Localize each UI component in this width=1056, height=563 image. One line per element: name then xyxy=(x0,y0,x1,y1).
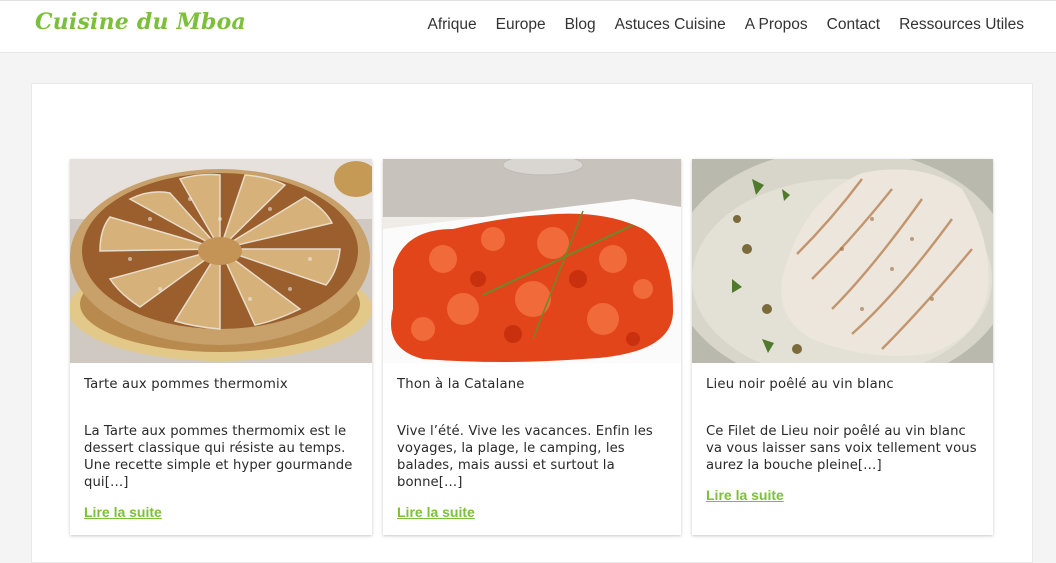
post-card: Thon à la Catalane Vive l’été. Vive les … xyxy=(383,159,681,535)
post-title[interactable]: Tarte aux pommes thermomix xyxy=(84,377,288,392)
pollock-fillet-photo xyxy=(692,159,993,363)
post-title[interactable]: Lieu noir poêlé au vin blanc xyxy=(706,377,894,392)
main-nav: Afrique Europe Blog Astuces Cuisine A Pr… xyxy=(408,16,1024,34)
nav-item-blog[interactable]: Blog xyxy=(565,16,596,34)
post-card: Tarte aux pommes thermomix La Tarte aux … xyxy=(70,159,372,535)
post-title[interactable]: Thon à la Catalane xyxy=(397,377,525,392)
post-excerpt: La Tarte aux pommes thermomix est le des… xyxy=(84,424,353,490)
apple-tart-photo xyxy=(70,159,372,363)
post-excerpt: Vive l’été. Vive les vacances. Enfin les… xyxy=(397,424,653,490)
post-excerpt: Ce Filet de Lieu noir poêlé au vin blanc… xyxy=(706,424,977,473)
nav-item-astuces-cuisine[interactable]: Astuces Cuisine xyxy=(615,16,726,34)
read-more-link[interactable]: Lire la suite xyxy=(706,487,784,503)
site-logo[interactable]: Cuisine du Mboa xyxy=(35,9,246,35)
nav-item-a-propos[interactable]: A Propos xyxy=(745,16,808,34)
post-image[interactable] xyxy=(692,159,993,363)
post-image[interactable] xyxy=(70,159,372,363)
nav-item-europe[interactable]: Europe xyxy=(496,16,546,34)
tuna-catalan-photo xyxy=(383,159,681,363)
post-card: Lieu noir poêlé au vin blanc Ce Filet de… xyxy=(692,159,993,535)
site-header: Cuisine du Mboa Afrique Europe Blog Astu… xyxy=(0,0,1056,53)
nav-item-contact[interactable]: Contact xyxy=(827,16,880,34)
nav-item-afrique[interactable]: Afrique xyxy=(427,16,476,34)
read-more-link[interactable]: Lire la suite xyxy=(397,504,475,520)
post-image[interactable] xyxy=(383,159,681,363)
read-more-link[interactable]: Lire la suite xyxy=(84,504,162,520)
nav-item-ressources-utiles[interactable]: Ressources Utiles xyxy=(899,16,1024,34)
